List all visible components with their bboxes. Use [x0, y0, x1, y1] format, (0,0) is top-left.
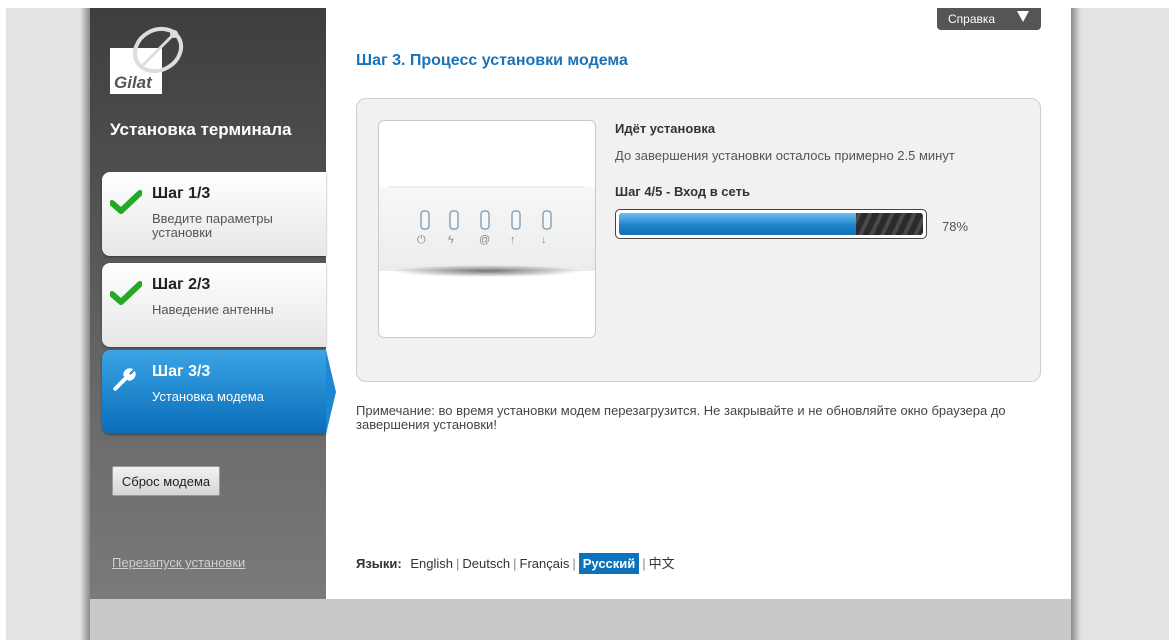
languages-label: Языки: [356, 556, 402, 571]
page-background-left [6, 8, 86, 640]
step-title: Шаг 3/3 [152, 363, 211, 380]
language-selector: Языки: English | Deutsch | Français | Русский |… [356, 552, 675, 576]
at-icon: @ [479, 234, 491, 246]
led-icons: ⏻ ϟ @ ↑ ↓ [417, 234, 567, 254]
lightning-icon: ϟ [448, 234, 454, 246]
upload-arrow-icon: ↑ [510, 234, 516, 246]
sidebar: Gilat Установка терминала Шаг 1/3 Введит… [90, 8, 336, 599]
page-background-right [1080, 8, 1169, 640]
power-icon: ⏻ [417, 234, 426, 246]
help-label: Справка [948, 12, 996, 26]
page-title: Шаг 3. Процесс установки модема [356, 52, 628, 69]
current-step-heading: Шаг 4/5 - Вход в сеть [615, 184, 750, 199]
reset-modem-button[interactable]: Сброс модема [112, 466, 220, 496]
progress-percent: 78% [942, 219, 969, 234]
language-francais[interactable]: Français [520, 556, 570, 571]
language-english[interactable]: English [410, 556, 453, 571]
status-text: До завершения установки осталось примерн… [615, 148, 955, 163]
step-title: Шаг 1/3 [152, 185, 211, 202]
frame-shadow-left [80, 8, 90, 640]
progress-track [619, 213, 923, 235]
language-russian[interactable]: Русский [578, 553, 640, 574]
download-arrow-icon: ↓ [541, 234, 547, 246]
check-icon [110, 190, 142, 214]
sidebar-step-2[interactable]: Шаг 2/3 Наведение антенны [102, 263, 326, 347]
sidebar-title: Установка терминала [110, 120, 292, 139]
gilat-logo: Gilat [110, 24, 190, 104]
installation-panel: ⏻ ϟ @ ↑ ↓ Идёт установка До завершения у… [356, 98, 1041, 382]
restart-installation-link[interactable]: Перезапуск установки [112, 555, 245, 570]
wrench-icon [113, 368, 136, 391]
progress-bar [615, 209, 927, 239]
active-step-arrow [326, 350, 336, 434]
step-description: Установка модема [152, 389, 264, 404]
modem-illustration: ⏻ ϟ @ ↑ ↓ [378, 120, 596, 338]
svg-text:Gilat: Gilat [114, 73, 153, 92]
step-description: Наведение антенны [152, 302, 274, 317]
progress-fill [619, 213, 857, 235]
language-chinese[interactable]: 中文 [649, 556, 675, 571]
check-icon [110, 281, 142, 305]
language-deutsch[interactable]: Deutsch [462, 556, 510, 571]
sidebar-step-3[interactable]: Шаг 3/3 Установка модема [102, 350, 336, 434]
status-heading: Идёт установка [615, 121, 716, 136]
step-title: Шаг 2/3 [152, 276, 211, 293]
chevron-down-icon [1017, 11, 1029, 22]
installation-note: Примечание: во время установки модем пер… [356, 403, 1006, 432]
sidebar-step-1[interactable]: Шаг 1/3 Введите параметры установки [102, 172, 326, 256]
footer-bar [90, 599, 1071, 640]
step-description: Введите параметры установки [152, 211, 273, 240]
help-dropdown[interactable]: Справка [937, 8, 1041, 30]
frame-shadow-right [1071, 8, 1081, 640]
